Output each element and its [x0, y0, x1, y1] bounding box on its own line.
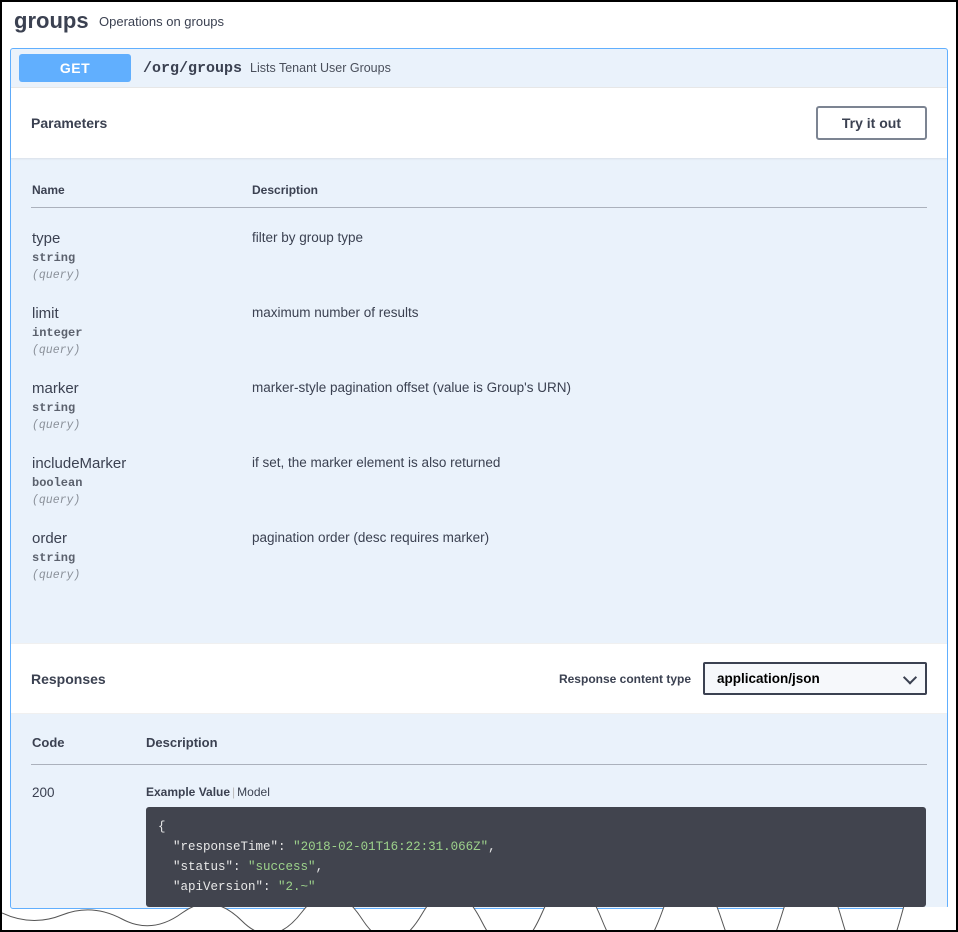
param-type: boolean	[32, 476, 250, 490]
param-in: (query)	[32, 569, 250, 582]
param-type: string	[32, 251, 250, 265]
parameters-title: Parameters	[31, 115, 107, 131]
response-content-type-select[interactable]: application/json	[703, 662, 927, 695]
torn-edge-decoration	[2, 907, 958, 931]
param-type: string	[32, 401, 250, 415]
parameter-row: order string (query)pagination order (desc…	[31, 508, 927, 583]
param-in: (query)	[32, 269, 250, 282]
responses-table: Code Description 200Example Value|Model{…	[31, 734, 927, 908]
param-description: pagination order (desc requires marker)	[251, 508, 927, 583]
parameter-row: type string (query)filter by group type	[31, 208, 927, 284]
response-code: 200	[31, 765, 145, 909]
param-name: type	[32, 230, 250, 247]
param-description: maximum number of results	[251, 283, 927, 358]
operation-description: Lists Tenant User Groups	[250, 61, 391, 75]
param-description: marker-style pagination offset (value is…	[251, 358, 927, 433]
param-name: limit	[32, 305, 250, 322]
response-content-type-label: Response content type	[559, 672, 691, 686]
parameter-row: marker string (query)marker-style paginati…	[31, 358, 927, 433]
tag-subtitle: Operations on groups	[99, 14, 224, 29]
col-code: Code	[31, 734, 145, 765]
example-code: { "responseTime": "2018-02-01T16:22:31.0…	[146, 807, 926, 907]
param-type: string	[32, 551, 250, 565]
parameters-bar: Parameters Try it out	[11, 88, 947, 158]
response-row: 200Example Value|Model{ "responseTime": …	[31, 765, 927, 909]
tag-title: groups	[14, 8, 89, 33]
col-name: Name	[31, 182, 251, 208]
tag-header: groups Operations on groups	[2, 2, 956, 48]
param-name: includeMarker	[32, 455, 250, 472]
param-name: order	[32, 530, 250, 547]
tab-example-value[interactable]: Example Value	[146, 785, 230, 799]
parameters-table: Name Description typestring(query)filter…	[31, 182, 927, 583]
param-in: (query)	[32, 344, 250, 357]
http-method-badge: GET	[19, 54, 131, 82]
parameter-row: includeMarker boolean (query)if set, the m…	[31, 433, 927, 508]
tab-model[interactable]: Model	[237, 785, 270, 799]
try-it-out-button[interactable]: Try it out	[816, 106, 927, 140]
col-description: Description	[251, 182, 927, 208]
param-type: integer	[32, 326, 250, 340]
operation-block: GET /org/groups Lists Tenant User Groups…	[10, 48, 948, 909]
param-description: filter by group type	[251, 208, 927, 284]
operation-path: /org/groups	[143, 60, 242, 77]
col-description: Description	[145, 734, 927, 765]
operation-summary[interactable]: GET /org/groups Lists Tenant User Groups	[11, 49, 947, 88]
param-in: (query)	[32, 494, 250, 507]
responses-title: Responses	[31, 671, 106, 687]
parameter-row: limit integer (query)maximum number of res…	[31, 283, 927, 358]
param-description: if set, the marker element is also retur…	[251, 433, 927, 508]
responses-bar: Responses Response content type applicat…	[11, 643, 947, 714]
param-name: marker	[32, 380, 250, 397]
param-in: (query)	[32, 419, 250, 432]
